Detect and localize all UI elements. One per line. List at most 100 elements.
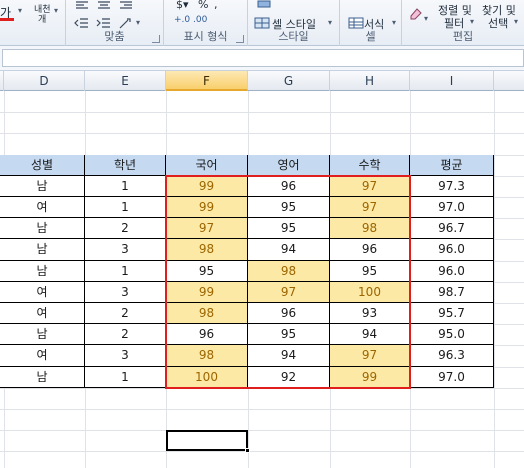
table-cell-gender[interactable]: 남	[0, 324, 85, 346]
table-cell-average[interactable]: 96.3	[410, 345, 494, 367]
chevron-down-icon[interactable]: ▾	[54, 6, 58, 15]
table-cell-korean[interactable]: 96	[166, 324, 248, 346]
table-cell-math[interactable]: 94	[330, 324, 410, 346]
header-cell-english[interactable]: 영어	[248, 154, 330, 176]
table-cell-gender[interactable]: 여	[0, 281, 85, 303]
table-cell-english[interactable]: 97	[248, 281, 330, 303]
table-cell-korean[interactable]: 100	[166, 366, 248, 388]
table-cell-math[interactable]: 97	[330, 345, 410, 367]
chevron-down-icon[interactable]: ▾	[514, 17, 518, 26]
table-cell-grade[interactable]: 3	[85, 281, 166, 303]
table-cell-grade[interactable]: 2	[85, 324, 166, 346]
table-cell-korean[interactable]: 98	[166, 239, 248, 261]
editing-group-label: 편집	[452, 30, 474, 43]
chevron-down-icon[interactable]: ▾	[328, 18, 332, 27]
table-cell-average[interactable]: 97.0	[410, 366, 494, 388]
table-cell-english[interactable]: 94	[248, 239, 330, 261]
table-cell-english[interactable]: 94	[248, 345, 330, 367]
table-cell-math[interactable]: 93	[330, 303, 410, 325]
align-right-icon[interactable]	[118, 0, 134, 14]
table-cell-korean[interactable]: 99	[166, 175, 248, 197]
table-cell-math[interactable]: 96	[330, 239, 410, 261]
table-cell-grade[interactable]: 2	[85, 303, 166, 325]
table-cell-math[interactable]: 97	[330, 197, 410, 219]
table-cell-english[interactable]: 96	[248, 303, 330, 325]
table-cell-gender[interactable]: 남	[0, 366, 85, 388]
column-header-d[interactable]: D	[4, 71, 85, 91]
table-cell-grade[interactable]: 1	[85, 260, 166, 282]
table-cell-math[interactable]: 99	[330, 366, 410, 388]
chevron-down-icon[interactable]: ▾	[470, 17, 474, 26]
header-cell-korean[interactable]: 국어	[166, 154, 248, 176]
header-cell-gender[interactable]: 성별	[0, 154, 85, 176]
editing-group: ▾ 정렬 및 필터 ▾ 찾기 및 선택 ▾ 편집	[402, 0, 524, 46]
table-cell-math[interactable]: 100	[330, 281, 410, 303]
active-cell[interactable]	[166, 430, 248, 452]
column-header-f[interactable]: F	[166, 71, 248, 91]
percent-button[interactable]: %	[198, 0, 208, 11]
column-header-h[interactable]: H	[330, 71, 410, 91]
table-cell-average[interactable]: 96.0	[410, 260, 494, 282]
table-cell-grade[interactable]: 2	[85, 218, 166, 240]
clear-icon[interactable]	[408, 6, 424, 20]
number-launcher-icon[interactable]	[236, 35, 244, 43]
table-cell-gender[interactable]: 여	[0, 197, 85, 219]
conditional-format-icon[interactable]	[256, 0, 272, 14]
table-cell-gender[interactable]: 남	[0, 175, 85, 197]
table-cell-english[interactable]: 95	[248, 324, 330, 346]
header-cell-average[interactable]: 평균	[410, 154, 494, 176]
table-cell-average[interactable]: 96.7	[410, 218, 494, 240]
column-header-i[interactable]: I	[410, 71, 494, 91]
table-cell-korean[interactable]: 98	[166, 345, 248, 367]
table-cell-average[interactable]: 96.0	[410, 239, 494, 261]
table-cell-korean[interactable]: 99	[166, 197, 248, 219]
table-cell-english[interactable]: 96	[248, 175, 330, 197]
table-cell-math[interactable]: 98	[330, 218, 410, 240]
table-cell-english[interactable]: 95	[248, 197, 330, 219]
chevron-down-icon[interactable]: ▾	[392, 18, 396, 27]
align-left-icon[interactable]	[74, 0, 90, 14]
column-header-partial[interactable]	[494, 71, 524, 91]
cells-group-label: 셀	[365, 30, 376, 43]
table-cell-english[interactable]: 92	[248, 366, 330, 388]
formula-input[interactable]	[2, 49, 524, 67]
alignment-launcher-icon[interactable]	[152, 35, 160, 43]
comma-button[interactable]: ,	[214, 0, 218, 11]
table-cell-grade[interactable]: 3	[85, 239, 166, 261]
header-cell-grade[interactable]: 학년	[85, 154, 166, 176]
chevron-down-icon[interactable]: ▾	[424, 14, 428, 23]
formula-bar	[0, 46, 524, 71]
table-cell-average[interactable]: 97.0	[410, 197, 494, 219]
table-cell-math[interactable]: 97	[330, 175, 410, 197]
table-cell-korean[interactable]: 99	[166, 281, 248, 303]
table-cell-average[interactable]: 98.7	[410, 281, 494, 303]
column-header-g[interactable]: G	[248, 71, 330, 91]
table-cell-grade[interactable]: 3	[85, 345, 166, 367]
table-cell-korean[interactable]: 97	[166, 218, 248, 240]
fill-handle[interactable]	[245, 448, 250, 454]
table-cell-math[interactable]: 95	[330, 260, 410, 282]
table-cell-english[interactable]: 98	[248, 260, 330, 282]
chevron-down-icon[interactable]: ▾	[18, 6, 22, 15]
table-cell-grade[interactable]: 1	[85, 366, 166, 388]
table-cell-gender[interactable]: 남	[0, 218, 85, 240]
increase-decimal-button[interactable]: +.0 .00	[174, 15, 207, 25]
table-cell-gender[interactable]: 남	[0, 239, 85, 261]
table-cell-gender[interactable]: 남	[0, 260, 85, 282]
table-cell-grade[interactable]: 1	[85, 175, 166, 197]
currency-icon[interactable]: $▾	[176, 0, 189, 11]
header-cell-math[interactable]: 수학	[330, 154, 410, 176]
align-center-icon[interactable]	[96, 0, 112, 14]
worksheet-grid[interactable]: 성별 학년 국어 영어 수학 평균 남 1 99 96 97 97.3 여 1 99 95 97 97.0 남 2 97…	[0, 91, 524, 468]
table-cell-english[interactable]: 95	[248, 218, 330, 240]
table-cell-korean[interactable]: 95	[166, 260, 248, 282]
column-header-e[interactable]: E	[85, 71, 166, 91]
table-cell-korean[interactable]: 98	[166, 303, 248, 325]
table-cell-gender[interactable]: 여	[0, 303, 85, 325]
table-cell-grade[interactable]: 1	[85, 197, 166, 219]
table-cell-average[interactable]: 95.0	[410, 324, 494, 346]
table-cell-average[interactable]: 97.3	[410, 175, 494, 197]
table-cell-average[interactable]: 95.7	[410, 303, 494, 325]
table-cell-gender[interactable]: 여	[0, 345, 85, 367]
chevron-down-icon[interactable]: ▾	[136, 18, 140, 27]
